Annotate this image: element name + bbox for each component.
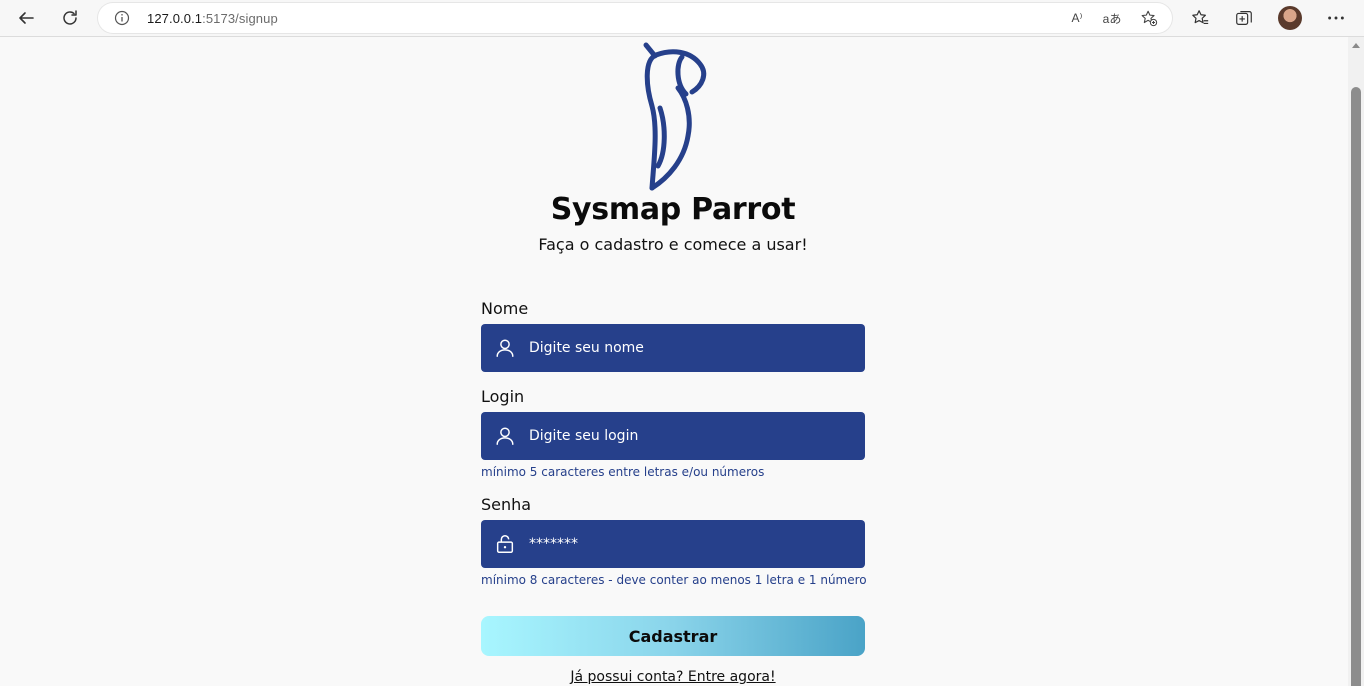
translate-label: aあ	[1102, 11, 1122, 26]
login-hint: mínimo 5 caracteres entre letras e/ou nú…	[481, 465, 765, 479]
scroll-thumb[interactable]	[1351, 87, 1361, 686]
name-label: Nome	[481, 299, 529, 318]
login-field[interactable]	[481, 412, 865, 460]
refresh-icon	[63, 10, 77, 25]
scrollbar[interactable]	[1348, 37, 1364, 686]
signin-link[interactable]: Já possui conta? Entre agora!	[0, 669, 1346, 685]
parrot-logo	[643, 42, 707, 191]
password-input[interactable]	[529, 529, 849, 559]
signup-button[interactable]: Cadastrar	[481, 616, 865, 656]
refresh-button[interactable]	[56, 5, 84, 31]
login-label: Login	[481, 387, 525, 406]
url-path: :5173/signup	[202, 11, 278, 26]
translate-icon[interactable]: aあ	[1102, 8, 1122, 28]
arrow-left-icon	[19, 12, 34, 24]
brand-title: Sysmap Parrot	[550, 192, 796, 227]
read-aloud-icon[interactable]: A⁾	[1067, 8, 1087, 28]
url-host: 127.0.0.1	[147, 11, 203, 26]
password-label: Senha	[481, 495, 532, 514]
brand-subtitle: Faça o cadastro e comece a usar!	[538, 235, 808, 254]
password-hint: mínimo 8 caracteres - deve conter ao men…	[481, 573, 867, 587]
user-icon	[493, 424, 517, 448]
name-field[interactable]	[481, 324, 865, 372]
profile-avatar[interactable]	[1278, 6, 1302, 30]
login-input[interactable]	[529, 421, 849, 451]
add-favorite-icon[interactable]	[1139, 8, 1159, 28]
favorites-icon[interactable]	[1189, 7, 1211, 29]
read-aloud-label: A⁾	[1071, 11, 1083, 25]
browser-toolbar: 127.0.0.1:5173/signup A⁾ aあ	[0, 0, 1364, 37]
collections-icon[interactable]	[1233, 7, 1255, 29]
address-bar[interactable]: 127.0.0.1:5173/signup A⁾ aあ	[98, 3, 1172, 33]
name-input[interactable]	[529, 333, 849, 363]
scroll-up-arrow-icon[interactable]	[1352, 43, 1360, 48]
more-options-icon[interactable]	[1325, 7, 1347, 29]
lock-icon	[493, 532, 517, 556]
info-icon[interactable]	[114, 10, 130, 26]
url-text[interactable]: 127.0.0.1:5173/signup	[147, 11, 278, 26]
back-button[interactable]	[12, 5, 40, 31]
password-field[interactable]	[481, 520, 865, 568]
user-icon	[493, 336, 517, 360]
